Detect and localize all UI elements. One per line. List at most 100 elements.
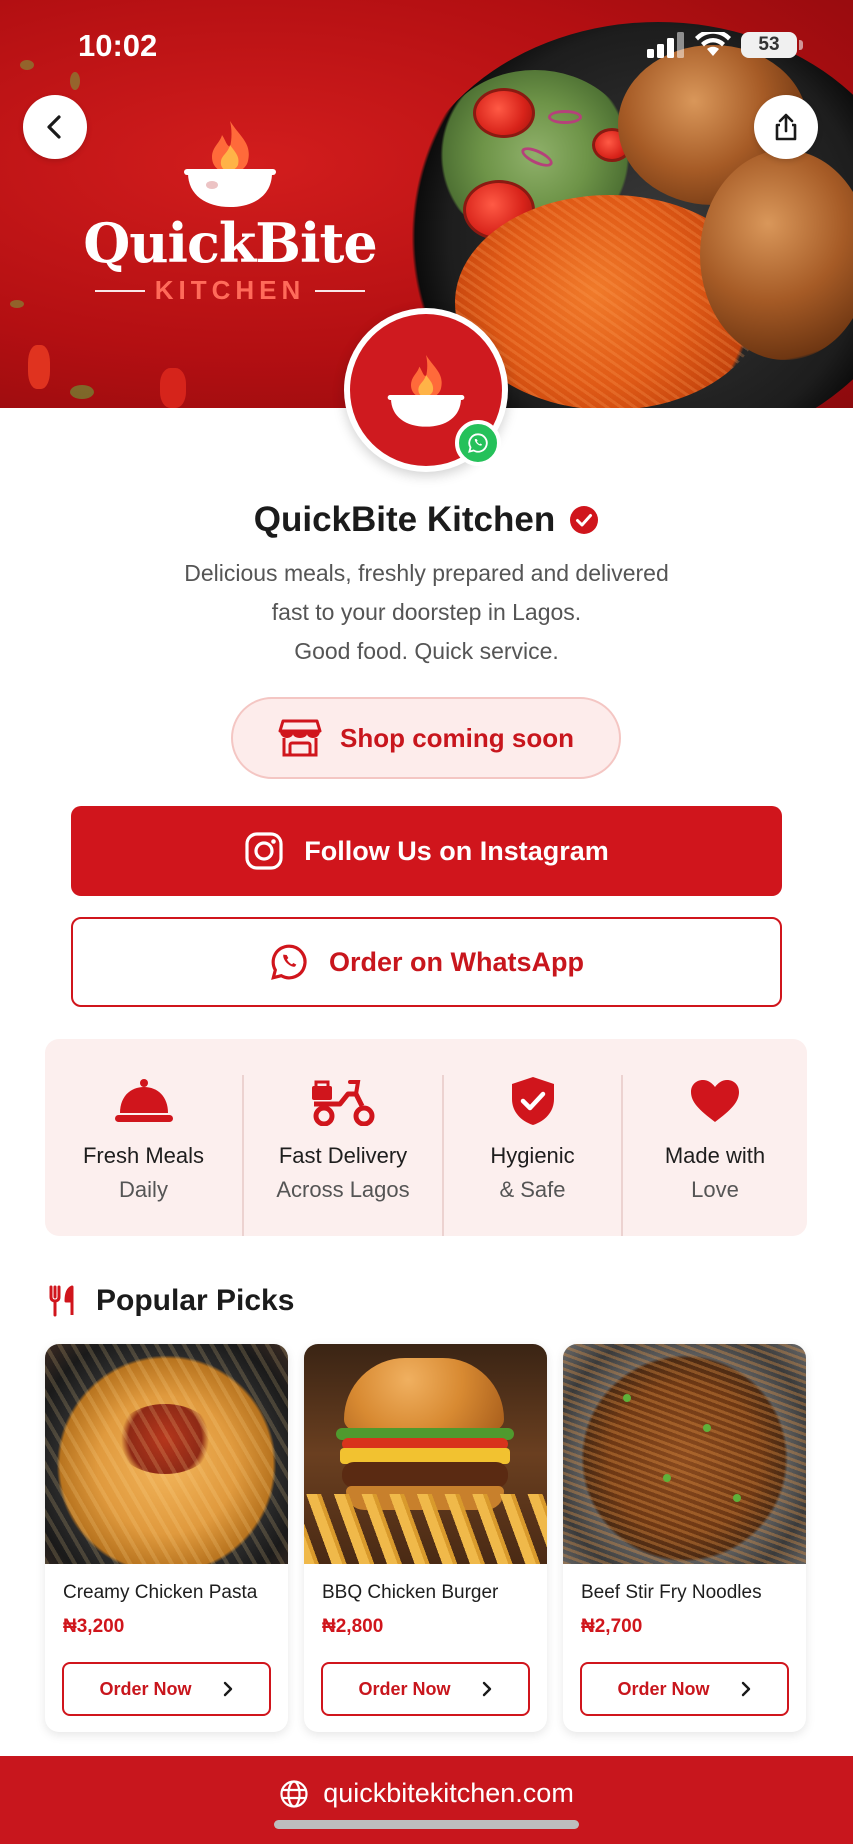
instagram-icon <box>245 832 283 870</box>
whatsapp-order-button[interactable]: Order on WhatsApp <box>71 917 782 1007</box>
whatsapp-label: Order on WhatsApp <box>329 946 584 977</box>
herb-speck <box>70 72 80 90</box>
profile-name-row: QuickBite Kitchen <box>254 500 599 540</box>
scooter-icon <box>312 1080 375 1126</box>
menu-item-price: ₦2,700 <box>581 1616 643 1637</box>
share-button[interactable] <box>754 95 818 159</box>
menu-card[interactable]: Creamy Chicken Pasta ₦3,200 Order Now <box>45 1344 288 1732</box>
instagram-label: Follow Us on Instagram <box>304 835 609 866</box>
feature-icon-wrap <box>310 1075 376 1127</box>
menu-item-name: Creamy Chicken Pasta <box>63 1582 258 1603</box>
herb-speck <box>70 385 94 399</box>
feature-title: Fast Delivery <box>278 1143 408 1168</box>
feature-title: Fresh Meals <box>82 1143 205 1168</box>
features-strip: Fresh Meals Daily Fast Delivery Across L… <box>45 1039 807 1236</box>
order-now-button[interactable]: Order Now <box>580 1662 789 1716</box>
menu-card[interactable]: Beef Stir Fry Noodles ₦2,700 Order Now <box>563 1344 806 1732</box>
status-time: 10:02 <box>78 28 158 63</box>
burger-bun-top <box>344 1358 504 1430</box>
divider <box>315 289 366 292</box>
fries <box>304 1494 547 1564</box>
tomato-slice <box>473 88 535 138</box>
order-now-button[interactable]: Order Now <box>62 1662 271 1716</box>
chili-decor <box>160 368 186 408</box>
instagram-button[interactable]: Follow Us on Instagram <box>71 806 782 896</box>
profile-name: QuickBite Kitchen <box>253 500 556 539</box>
bio-line: Delicious meals, freshly prepared and de… <box>184 560 669 586</box>
status-bar: 10:02 53 <box>0 26 853 66</box>
home-indicator[interactable] <box>274 1820 579 1829</box>
shield-check-icon <box>511 1077 554 1125</box>
chevron-right-icon <box>223 1681 232 1697</box>
flame-bowl-icon <box>387 355 465 427</box>
chili-decor <box>28 345 50 389</box>
food-photo-burger <box>304 1344 547 1564</box>
feature-icon-wrap <box>114 1075 174 1127</box>
website-link[interactable]: quickbitekitchen.com <box>0 1778 853 1809</box>
whatsapp-badge[interactable] <box>455 420 501 466</box>
battery-indicator: 53 <box>741 32 803 58</box>
popular-picks-heading: Popular Picks <box>48 1284 294 1318</box>
feature-title: Hygienic <box>490 1143 575 1168</box>
brand-name: QuickBite <box>83 211 378 275</box>
status-icons: 53 <box>647 32 803 58</box>
brand-sub: KITCHEN <box>80 275 380 306</box>
feature-subtitle: Love <box>691 1177 739 1202</box>
heart-icon <box>691 1080 739 1122</box>
shop-coming-soon-button[interactable]: Shop coming soon <box>231 697 621 779</box>
chevron-left-icon <box>47 115 61 139</box>
order-now-label: Order Now <box>358 1678 451 1699</box>
feature-hygienic: Hygienic & Safe <box>442 1075 621 1236</box>
whatsapp-icon <box>271 944 307 980</box>
wifi-icon <box>695 32 731 56</box>
feature-fresh-meals: Fresh Meals Daily <box>45 1039 242 1236</box>
globe-icon <box>280 1779 308 1808</box>
footer-bar: quickbitekitchen.com <box>0 1756 853 1844</box>
bio-line: fast to your doorstep in Lagos. <box>271 599 582 625</box>
feature-made-with-love: Made with Love <box>621 1075 807 1236</box>
scallion <box>663 1474 671 1482</box>
feature-icon-wrap <box>689 1075 741 1127</box>
food-photo-noodles <box>563 1344 806 1564</box>
feature-icon-wrap <box>510 1075 556 1127</box>
noodle-texture <box>563 1344 806 1564</box>
feature-fast-delivery: Fast Delivery Across Lagos <box>242 1075 442 1236</box>
profile-info: QuickBite Kitchen Delicious meals, fresh… <box>0 500 853 671</box>
scallion <box>703 1424 711 1432</box>
feature-subtitle: Across Lagos <box>276 1177 410 1202</box>
patty <box>342 1462 508 1488</box>
divider <box>94 289 145 292</box>
menu-item-price: ₦3,200 <box>63 1616 125 1637</box>
feature-subtitle: Daily <box>119 1177 168 1202</box>
cloche-icon <box>114 1079 173 1122</box>
share-icon <box>775 113 797 141</box>
chevron-right-icon <box>741 1681 750 1697</box>
storefront-icon <box>278 719 322 757</box>
onion-ring <box>548 110 582 124</box>
flame-bowl-icon <box>184 121 276 207</box>
profile-bio: Delicious meals, freshly prepared and de… <box>0 554 853 671</box>
signal-icon <box>647 32 684 58</box>
battery-level: 53 <box>758 34 780 55</box>
scallion <box>733 1494 741 1502</box>
section-title-text: Popular Picks <box>96 1284 295 1317</box>
brand-sub-text: KITCHEN <box>154 275 306 305</box>
popular-picks-list: Creamy Chicken Pasta ₦3,200 Order Now BB… <box>45 1344 807 1732</box>
bio-line: Good food. Quick service. <box>294 638 559 664</box>
brand-logo: QuickBite KITCHEN <box>80 115 380 306</box>
herb-speck <box>10 300 24 308</box>
back-button[interactable] <box>23 95 87 159</box>
feature-subtitle: & Safe <box>499 1177 566 1202</box>
order-now-button[interactable]: Order Now <box>321 1662 530 1716</box>
order-now-label: Order Now <box>99 1678 192 1699</box>
food-photo-pasta <box>45 1344 288 1564</box>
menu-item-name: Beef Stir Fry Noodles <box>581 1582 762 1603</box>
fork-knife-icon <box>49 1285 74 1317</box>
feature-title: Made with <box>664 1143 766 1168</box>
chevron-right-icon <box>482 1681 491 1697</box>
verified-check-icon <box>570 506 599 534</box>
menu-card[interactable]: BBQ Chicken Burger ₦2,800 Order Now <box>304 1344 547 1732</box>
scallion <box>623 1394 631 1402</box>
website-url: quickbitekitchen.com <box>323 1778 574 1808</box>
menu-item-price: ₦2,800 <box>322 1616 384 1637</box>
